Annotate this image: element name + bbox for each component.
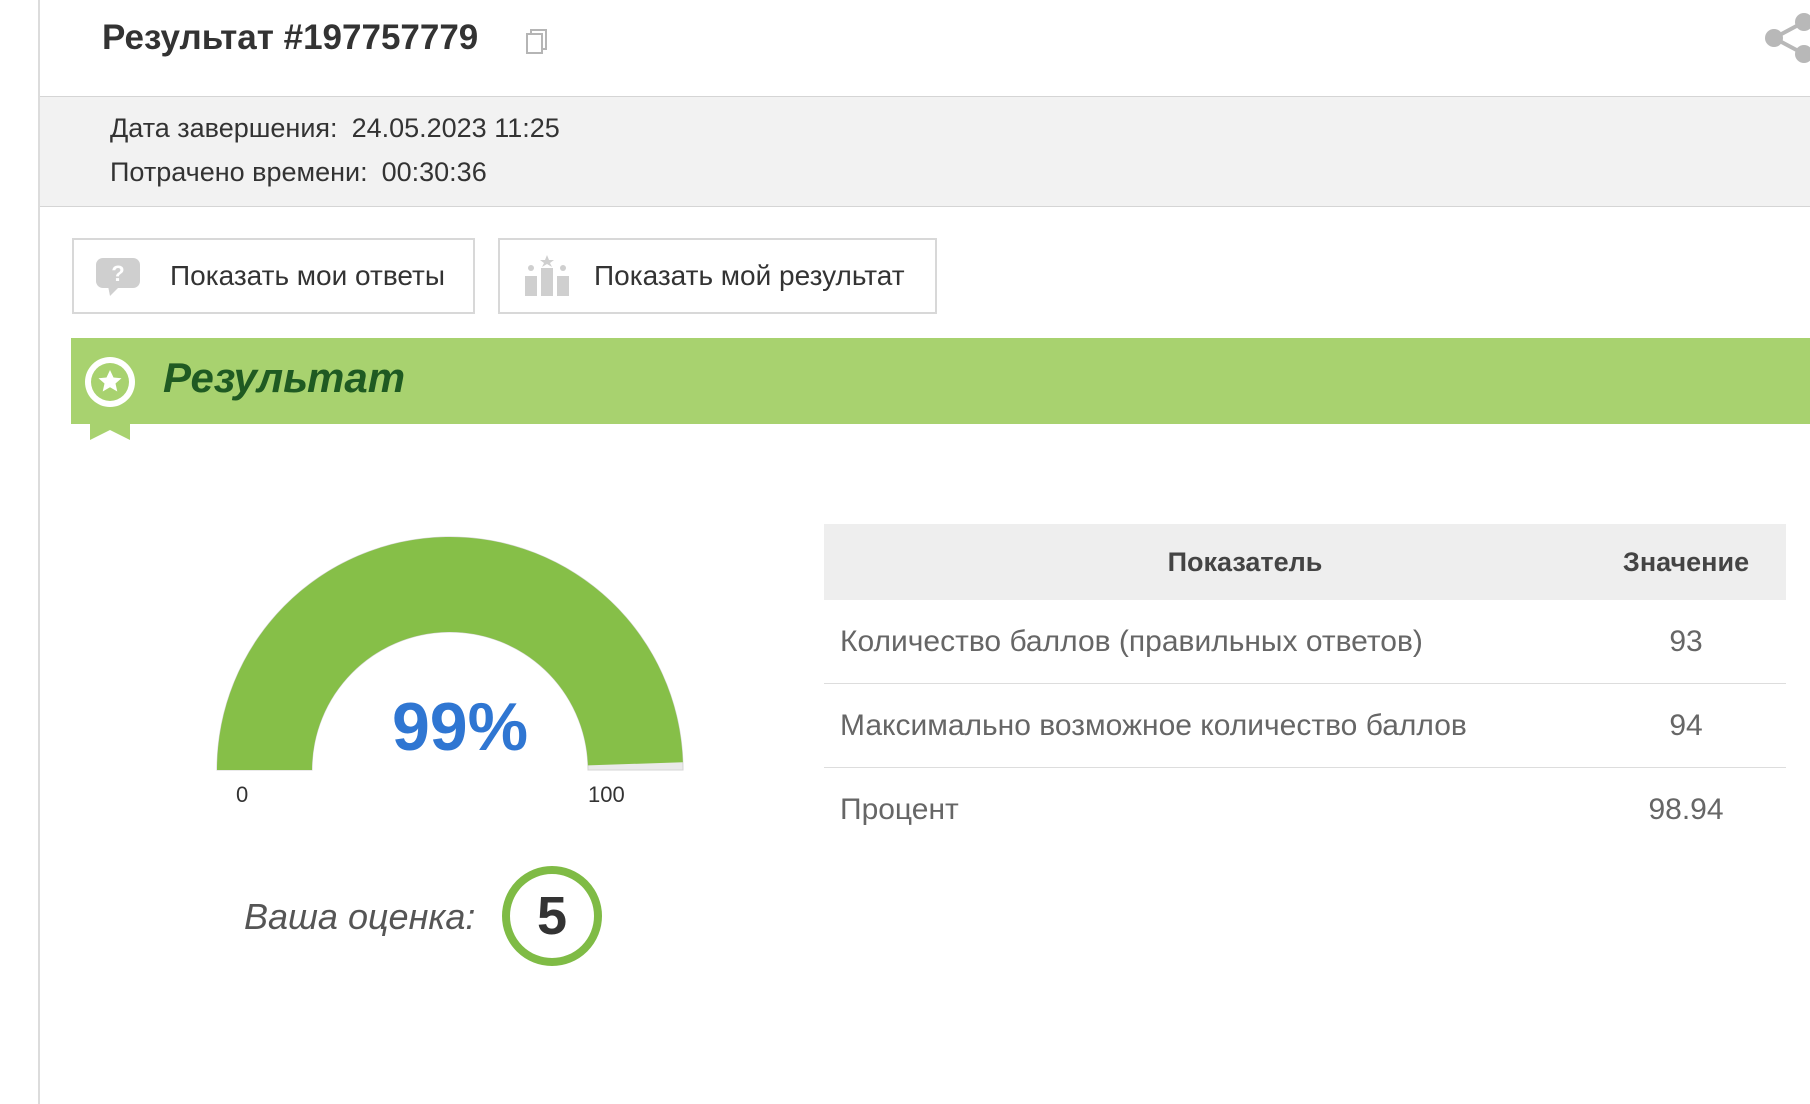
show-answers-button[interactable]: ? Показать мои ответы [72,238,475,314]
result-banner: Результат [71,338,1810,424]
table-row: Процент 98.94 [824,768,1786,852]
time-spent-label: Потрачено времени: [110,157,368,187]
results-table: Показатель Значение Количество баллов (п… [824,524,1786,851]
gauge-max-label: 100 [588,782,625,807]
svg-text:?: ? [111,261,124,286]
show-result-button[interactable]: Показать мой результат [498,238,937,314]
table-cell-label: Количество баллов (правильных ответов) [824,600,1586,684]
completion-date-label: Дата завершения: [110,113,338,143]
table-cell-value: 98.94 [1648,792,1724,826]
table-cell-label: Максимально возможное количество баллов [824,683,1586,768]
show-result-label: Показать мой результат [594,260,905,291]
page-title: Результат #197757779 [102,18,479,57]
gauge-value: 99% [391,689,529,765]
table-header-indicator: Показатель [824,524,1586,600]
table-cell-value: 94 [1586,683,1786,768]
completion-date-value: 24.05.2023 11:25 [351,113,560,143]
result-banner-title: Результат [163,354,406,401]
show-answers-label: Показать мои ответы [170,260,445,291]
grade-label: Ваша оценка: [244,896,476,937]
table-header-value: Значение [1586,524,1786,600]
result-info: Дата завершения: 24.05.2023 11:25 Потраче… [40,97,1810,207]
award-badge-icon [80,352,140,440]
copy-icon[interactable] [522,26,552,56]
table-cell-label: Процент [840,792,959,826]
result-page: Результат #197757779 Дата завершения: 24.… [38,0,1810,1104]
completion-date-row: Дата завершения: 24.05.2023 11:25 [110,113,560,144]
question-bubble-icon: ? [96,258,140,296]
podium-icon [525,255,569,296]
table-cell-value: 93 [1586,600,1786,684]
table-header-row: Показатель Значение [824,524,1786,600]
table-row: Количество баллов (правильных ответов) 9… [824,600,1786,684]
score-gauge [216,536,684,771]
share-icon[interactable] [1762,10,1810,66]
table-row: Максимально возможное количество баллов … [824,683,1786,768]
grade-value: 5 [502,866,602,966]
gauge-min-label: 0 [236,782,249,807]
time-spent-value: 00:30:36 [381,157,487,187]
time-spent-row: Потрачено времени: 00:30:36 [110,157,487,188]
result-header: Результат #197757779 [40,0,1810,97]
